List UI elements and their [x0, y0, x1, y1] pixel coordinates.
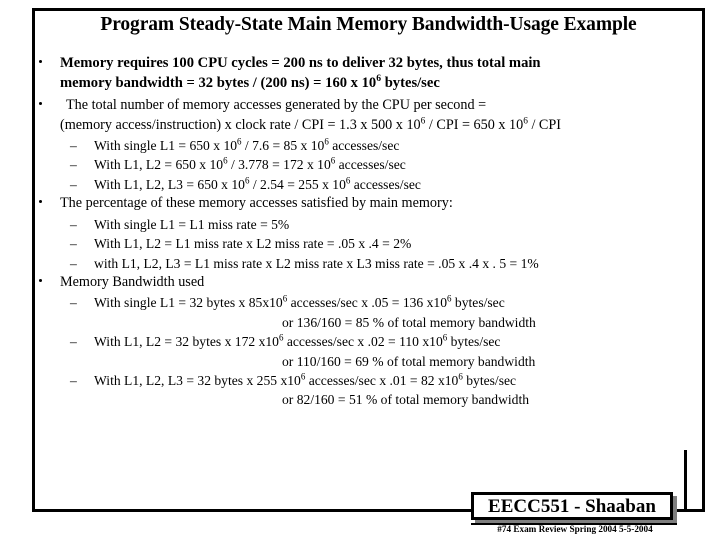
bullet-total-accesses: The total number of memory accesses gene… [34, 96, 703, 135]
slide-footnote: #74 Exam Review Spring 2004 5-5-2004 [497, 524, 653, 534]
bullet-line-1: Memory Bandwidth used [60, 273, 205, 290]
bullet-memory-requires: Memory requires 100 CPU cycles = 200 ns … [34, 54, 703, 93]
sub-bullet-l1-l2-l3-missrate: – with L1, L2, L3 = L1 miss rate x L2 mis… [34, 254, 703, 273]
bullet-percentage-satisfied: The percentage of these memory accesses … [34, 194, 703, 214]
dash-marker-icon: – [70, 255, 77, 271]
sub-bullet-l1-l2-bandwidth: – With L1, L2 = 32 bytes x 172 x106 acces… [34, 332, 703, 351]
sub-bullet-l1-l2-l3-accesses: – With L1, L2, L3 = 650 x 106 / 2.54 = 25… [34, 175, 703, 194]
sub-bullet-single-l1-missrate: – With single L1 = L1 miss rate = 5% [34, 215, 703, 234]
footer-nameplate: EECC551 - Shaaban #74 Exam Review Spring… [455, 450, 705, 536]
sub-bullet-l1-l2-missrate: – With L1, L2 = L1 miss rate x L2 miss ra… [34, 234, 703, 253]
sub-bullet-single-l1-accesses: – With single L1 = 650 x 106 / 7.6 = 85 x… [34, 136, 703, 155]
bullet-dot-icon [39, 278, 42, 282]
page-title: Program Steady-State Main Memory Bandwid… [100, 14, 637, 35]
sub-bullet-l1-l2-l3-percent: or 82/160 = 51 % of total memory bandwid… [282, 392, 530, 408]
nameplate-riser-line [684, 450, 687, 512]
bullet-line-2: (memory access/instruction) x clock rate… [60, 115, 562, 133]
sub-bullet-l1-l2-percent: or 110/160 = 69 % of total memory bandwi… [282, 353, 536, 369]
dash-marker-icon: – [70, 295, 77, 311]
slide-canvas: Program Steady-State Main Memory Bandwid… [0, 0, 720, 540]
slide-body: Memory requires 100 CPU cycles = 200 ns … [34, 54, 703, 410]
dash-marker-icon: – [70, 373, 77, 389]
bullet-line-1: Memory requires 100 CPU cycles = 200 ns … [60, 55, 541, 71]
nameplate-label: EECC551 - Shaaban [471, 492, 673, 520]
dash-marker-icon: – [70, 334, 77, 350]
dash-marker-icon: – [70, 176, 77, 192]
bullet-line-2: memory bandwidth = 32 bytes / (200 ns) =… [60, 72, 440, 91]
dash-marker-icon: – [70, 157, 77, 173]
sub-bullet-single-l1-percent: or 136/160 = 85 % of total memory bandwi… [282, 314, 536, 330]
sub-bullet-l1-l2-l3-bandwidth: – With L1, L2, L3 = 32 bytes x 255 x106 a… [34, 371, 703, 390]
dash-marker-icon: – [70, 216, 77, 232]
bullet-line-1: The total number of memory accesses gene… [66, 97, 487, 113]
sub-bullet-single-l1-bandwidth: – With single L1 = 32 bytes x 85x106 acce… [34, 293, 703, 312]
bullet-dot-icon [39, 102, 42, 105]
bullet-dot-icon [39, 60, 42, 63]
dash-marker-icon: – [70, 236, 77, 252]
bullet-line-1: The percentage of these memory accesses … [60, 195, 453, 212]
bullet-bandwidth-used: Memory Bandwidth used [34, 273, 703, 293]
sub-bullet-l1-l2-accesses: – With L1, L2 = 650 x 106 / 3.778 = 172 x… [34, 155, 703, 174]
bullet-dot-icon [39, 200, 42, 204]
dash-marker-icon: – [70, 138, 77, 153]
